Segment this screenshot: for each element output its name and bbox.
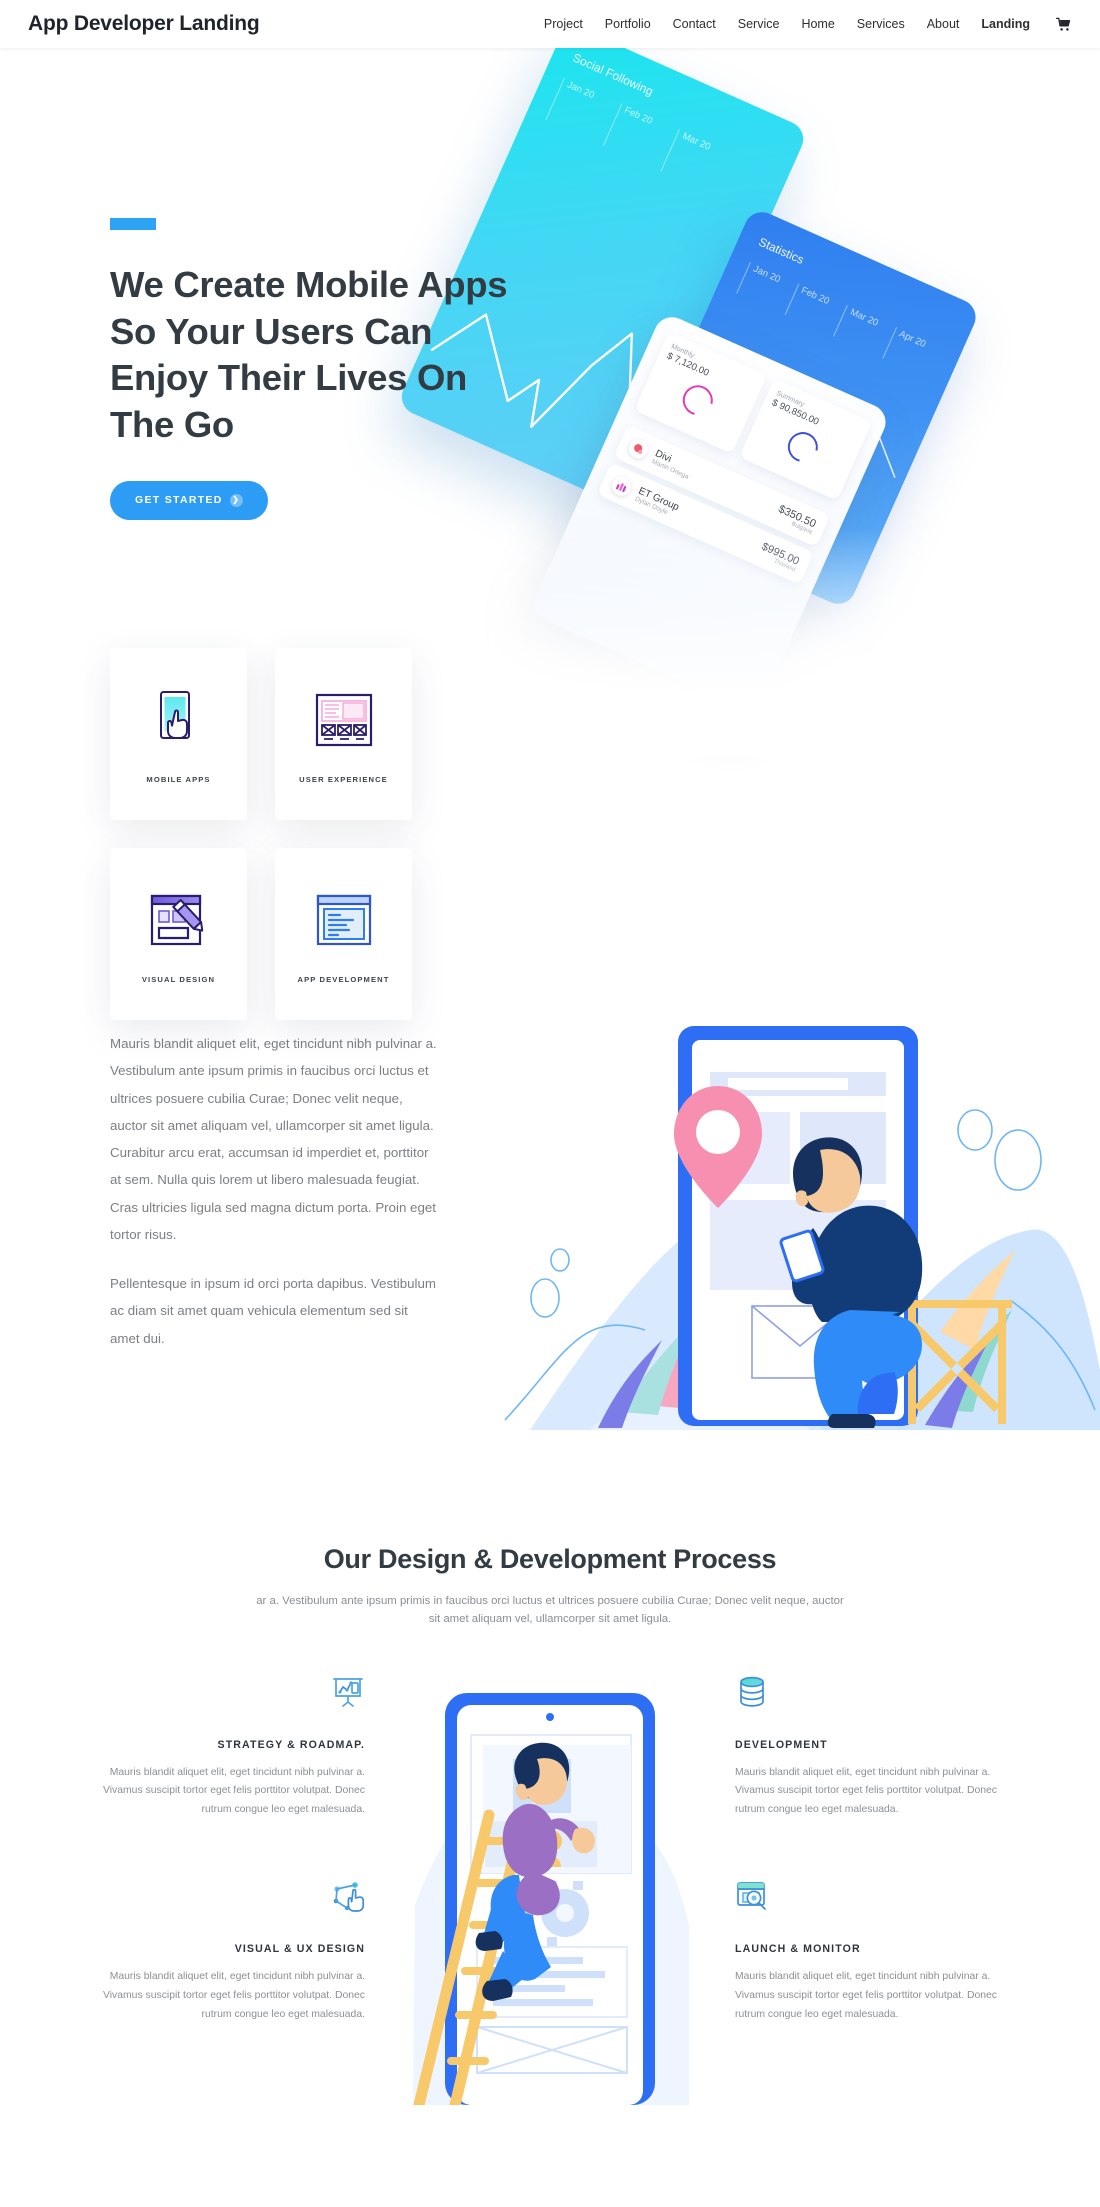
code-window-icon [316,885,372,957]
process-item-heading: DEVELOPMENT [735,1738,828,1751]
process-item-heading: VISUAL & UX DESIGN [234,1943,365,1956]
hero-section: Social Following Jan 20 Feb 20 Mar 20 St… [0,22,1100,1020]
process-item-body: Mauris blandit aliquet elit, eget tincid… [102,1766,365,1815]
feature-card-label: APP DEVELOPMENT [297,974,390,984]
process-item-launch-monitor: LAUNCH & MONITOR Mauris blandit aliquet … [735,1879,1020,2024]
nav-item-contact[interactable]: Contact [673,17,716,31]
process-grid: STRATEGY & ROADMAP. Mauris blandit aliqu… [0,1675,1100,2105]
feature-card-mobile-apps[interactable]: MOBILE APPS [110,648,247,820]
main-navigation: Project Portfolio Contact Service Home S… [544,17,1072,32]
process-item-body: Mauris blandit aliquet elit, eget tincid… [102,1971,365,2020]
get-started-label: GET STARTED [135,494,223,507]
about-copy: Mauris blandit aliquet elit, eget tincid… [110,1030,440,1352]
hero-illustration: Social Following Jan 20 Feb 20 Mar 20 St… [396,22,1100,758]
feature-card-label: VISUAL DESIGN [141,974,216,984]
nav-item-services[interactable]: Services [857,17,905,31]
hero-title: We Create Mobile Apps So Your Users Can … [110,264,508,446]
month-label: Feb 20 [784,283,831,329]
feature-card-label: USER EXPERIENCE [299,774,388,784]
progress-ring-blue [781,426,823,468]
month-label: Mar 20 [660,129,712,186]
process-item-heading: STRATEGY & ROADMAP. [217,1738,365,1751]
process-item-body: Mauris blandit aliquet elit, eget tincid… [735,1971,998,2020]
site-logo[interactable]: App Developer Landing [28,12,260,36]
month-label: Feb 20 [602,103,654,160]
process-title: Our Design & Development Process [323,1544,777,1574]
month-label: Jan 20 [545,77,596,134]
hero-copy: We Create Mobile Apps So Your Users Can … [110,218,530,520]
about-paragraph-2: Pellentesque in ipsum id orci porta dapi… [110,1276,436,1346]
wireframe-layout-icon [315,685,373,757]
about-section: Mauris blandit aliquet elit, eget tincid… [0,1010,1100,1530]
progress-ring-pink [676,379,718,421]
phone-tap-icon [153,685,205,757]
pencil-canvas-icon [150,885,208,957]
feature-card-user-experience[interactable]: USER EXPERIENCE [275,648,412,820]
nav-item-about[interactable]: About [927,17,960,31]
feature-card-grid: MOBILE APPS USER EXPERIENCE VISUAL DESIG… [110,648,530,1020]
nav-item-landing[interactable]: Landing [981,17,1030,31]
process-item-visual-ux-design: VISUAL & UX DESIGN Mauris blandit alique… [80,1879,365,2024]
browser-search-icon [735,1879,1020,1923]
process-illustration [405,1675,695,2105]
feature-card-app-development[interactable]: APP DEVELOPMENT [275,848,412,1020]
landing-page: App Developer Landing Project Portfolio … [0,0,1100,2105]
month-label: Jan 20 [736,262,782,308]
feature-card-visual-design[interactable]: VISUAL DESIGN [110,848,247,1020]
nav-item-project[interactable]: Project [544,17,583,31]
feature-card-label: MOBILE APPS [146,774,211,784]
about-illustration [470,1010,1100,1430]
process-item-heading: LAUNCH & MONITOR [735,1943,861,1956]
get-started-button[interactable]: GET STARTED ❯ [110,480,268,520]
about-paragraph-1: Mauris blandit aliquet elit, eget tincid… [110,1036,437,1242]
chevron-right-circle-icon: ❯ [229,493,243,507]
process-section: Our Design & Development Process ar a. V… [0,1530,1100,2105]
process-item-development: DEVELOPMENT Mauris blandit aliquet elit,… [735,1675,1020,1820]
accent-bar [110,218,156,230]
node-tap-icon [80,1879,365,1923]
shopping-cart-icon[interactable] [1056,17,1072,32]
site-header: App Developer Landing Project Portfolio … [0,0,1100,48]
process-column-left: STRATEGY & ROADMAP. Mauris blandit aliqu… [80,1675,365,2105]
month-label: Mar 20 [833,305,880,351]
transaction-avatar-icon [609,473,635,499]
process-item-strategy-roadmap: STRATEGY & ROADMAP. Mauris blandit aliqu… [80,1675,365,1820]
nav-item-home[interactable]: Home [801,17,834,31]
transaction-avatar-icon [625,436,651,462]
database-icon [735,1675,1020,1719]
process-column-right: DEVELOPMENT Mauris blandit aliquet elit,… [735,1675,1020,2105]
process-subtitle: ar a. Vestibulum ante ipsum primis in fa… [256,1595,844,1626]
presentation-board-icon [80,1675,365,1719]
process-item-body: Mauris blandit aliquet elit, eget tincid… [735,1766,998,1815]
summary-tile: Monthly $ 7,120.00 [634,331,767,454]
summary-tile: Summary $ 90,850.00 [739,378,873,501]
nav-item-portfolio[interactable]: Portfolio [605,17,651,31]
nav-item-service[interactable]: Service [738,17,780,31]
month-label: Apr 20 [882,327,927,372]
